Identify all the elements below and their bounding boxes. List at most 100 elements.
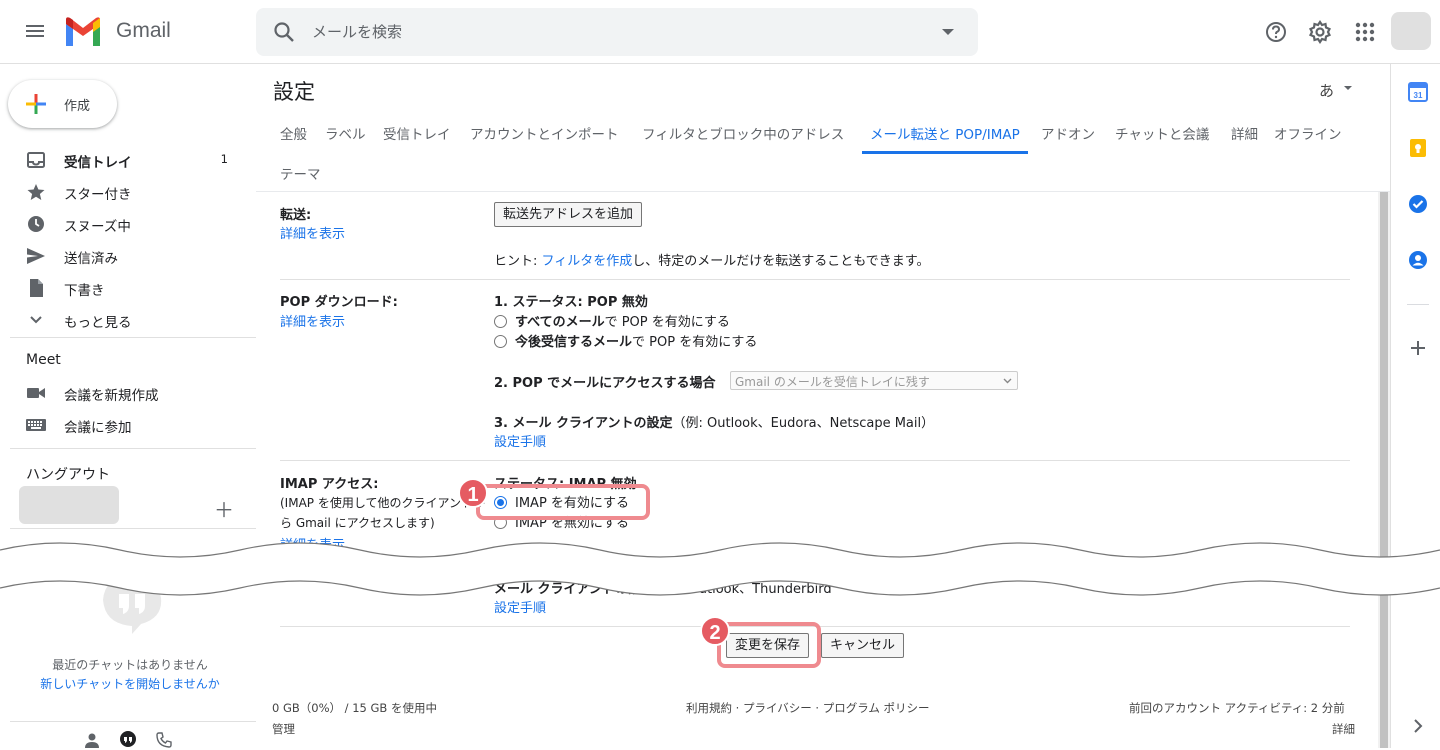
sidebar-item-sent[interactable]: 送信済み [0,240,244,272]
tab-labels[interactable]: ラベル [325,123,366,143]
imap-setup-link[interactable]: 設定手順 [494,597,546,616]
add-chat-icon[interactable]: ＋ [214,494,234,523]
avatar[interactable] [1391,12,1431,50]
calendar-icon[interactable]: 31 [1408,82,1428,102]
compose-button[interactable]: 作成 [8,80,117,128]
pop-new-mail-label: 今後受信するメールで POP を有効にする [515,331,757,350]
person-icon[interactable] [84,732,100,748]
pop-all-mail-radio[interactable] [494,315,507,328]
pop-access-select[interactable]: Gmail のメールを受信トレイに残す [730,371,1018,390]
pop-status: 1. ステータス: POP 無効 [494,295,648,310]
tab-advanced[interactable]: 詳細 [1231,123,1258,143]
hangouts-user-chip[interactable] [19,486,119,524]
add-addon-icon[interactable] [1408,338,1428,358]
tab-filters-blocked[interactable]: フィルタとブロック中のアドレス [642,123,844,143]
gmail-logo-icon[interactable] [64,16,102,48]
select-value: Gmail のメールを受信トレイに残す [735,375,930,389]
sidebar-item-starred[interactable]: スター付き [0,176,244,208]
pop-label: POP ダウンロード: [280,295,398,310]
settings-main: 設定 あ 全般 ラベル 受信トレイ アカウントとインポート フィルタとブロック中… [256,64,1390,748]
callout-badge-step-2: 2 [700,616,730,646]
sidebar-item-label: スヌーズ中 [64,219,131,235]
imap-label: IMAP アクセス: [280,477,379,492]
cancel-button[interactable]: キャンセル [821,633,905,658]
sidebar-item-label: 受信トレイ [64,155,132,171]
settings-tabs: 全般 ラベル 受信トレイ アカウントとインポート フィルタとブロック中のアドレス… [256,112,1390,192]
unread-count: 1 [220,152,228,166]
plus-icon [26,94,46,114]
vertical-scrollbar[interactable] [1378,192,1390,748]
send-icon [27,248,45,264]
forwarding-details-link[interactable]: 詳細を表示 [280,223,345,242]
footer-policy-links[interactable]: 利用規約 · プライバシー · プログラム ポリシー [686,700,930,716]
hint-prefix: ヒント: [494,254,542,269]
divider [10,721,256,722]
tab-addons[interactable]: アドオン [1041,123,1095,143]
pop-new-mail-radio[interactable] [494,335,507,348]
input-tools-button[interactable]: あ [1319,80,1334,101]
tab-inbox[interactable]: 受信トレイ [383,123,451,143]
page-title: 設定 [273,80,315,104]
tab-general[interactable]: 全般 [280,123,307,143]
hangouts-icon[interactable] [118,730,138,750]
tab-offline[interactable]: オフライン [1274,123,1342,143]
search-icon[interactable] [272,20,296,44]
sidebar-item-drafts[interactable]: 下書き [0,272,244,304]
activity-details-link[interactable]: 詳細 [1332,721,1355,737]
divider [1407,304,1429,305]
clock-icon [28,216,44,232]
chevron-down-icon [30,316,42,324]
hangouts-heading: ハングアウト [26,467,110,483]
divider [10,528,256,529]
pop-details-link[interactable]: 詳細を表示 [280,311,345,330]
manage-storage-link[interactable]: 管理 [272,721,295,737]
keep-icon[interactable] [1408,138,1428,158]
label-rest: （例: Outlook、Eudora、Netscape Mail） [672,416,935,431]
sidebar-item-new-meeting[interactable]: 会議を新規作成 [0,377,244,409]
star-icon [27,184,45,200]
sidebar-item-label: 送信済み [64,251,118,267]
search-bar [256,8,978,56]
divider [280,279,1350,280]
compose-label: 作成 [64,99,91,114]
search-input[interactable] [312,20,912,44]
tab-chat-meet[interactable]: チャットと会議 [1115,123,1209,143]
apps-grid-icon[interactable] [1351,18,1379,46]
chevron-down-icon[interactable] [1344,86,1352,90]
help-icon[interactable] [1262,18,1290,46]
pop-setup-link[interactable]: 設定手順 [494,431,546,450]
start-chat-link[interactable]: 新しいチャットを開始しませんか [0,675,260,692]
sidebar-item-snoozed[interactable]: スヌーズ中 [0,208,244,240]
search-options-icon[interactable] [942,29,954,35]
chevron-right-icon[interactable] [1408,716,1428,736]
imap-desc-line1: (IMAP を使用して他のクライアントか [280,496,485,510]
create-filter-link[interactable]: フィルタを作成 [542,254,633,269]
pop-all-mail-label: すべてのメールで POP を有効にする [515,311,730,330]
sidebar-item-inbox[interactable]: 受信トレイ 1 [0,144,244,176]
meet-heading: Meet [26,352,61,368]
phone-icon[interactable] [156,732,172,748]
sidebar-item-join-meeting[interactable]: 会議に参加 [0,409,244,441]
tab-themes[interactable]: テーマ [280,163,321,183]
main-menu-icon[interactable] [24,22,46,42]
sidebar-item-label: 会議に参加 [64,420,132,436]
add-forwarding-address-button[interactable]: 転送先アドレスを追加 [494,202,643,227]
label-bold: すべてのメール [515,315,605,330]
keyboard-icon [26,419,46,431]
sidebar: 作成 受信トレイ 1 スター付き スヌーズ中 送信済み 下書き もっと見る Me… [0,64,256,748]
tab-forwarding-pop-imap[interactable]: メール転送と POP/IMAP [862,123,1028,154]
imap-desc-line2: ら Gmail にアクセスします) [280,516,435,530]
last-activity-text: 前回のアカウント アクティビティ: 2 分前 [1129,701,1345,715]
tab-accounts-import[interactable]: アカウントとインポート [470,123,619,143]
gear-icon[interactable] [1306,18,1334,46]
label-bold: 3. メール クライアントの設定 [494,416,673,431]
tasks-icon[interactable] [1408,194,1428,214]
contacts-icon[interactable] [1408,250,1428,270]
divider [10,448,256,449]
pop-access-label: 2. POP でメールにアクセスする場合 [494,376,716,391]
sidebar-item-label: 下書き [64,283,105,299]
sidebar-item-more[interactable]: もっと見る [0,304,244,336]
draft-icon [30,279,43,297]
scrollbar-thumb[interactable] [1380,192,1388,748]
app-name: Gmail [116,19,171,42]
